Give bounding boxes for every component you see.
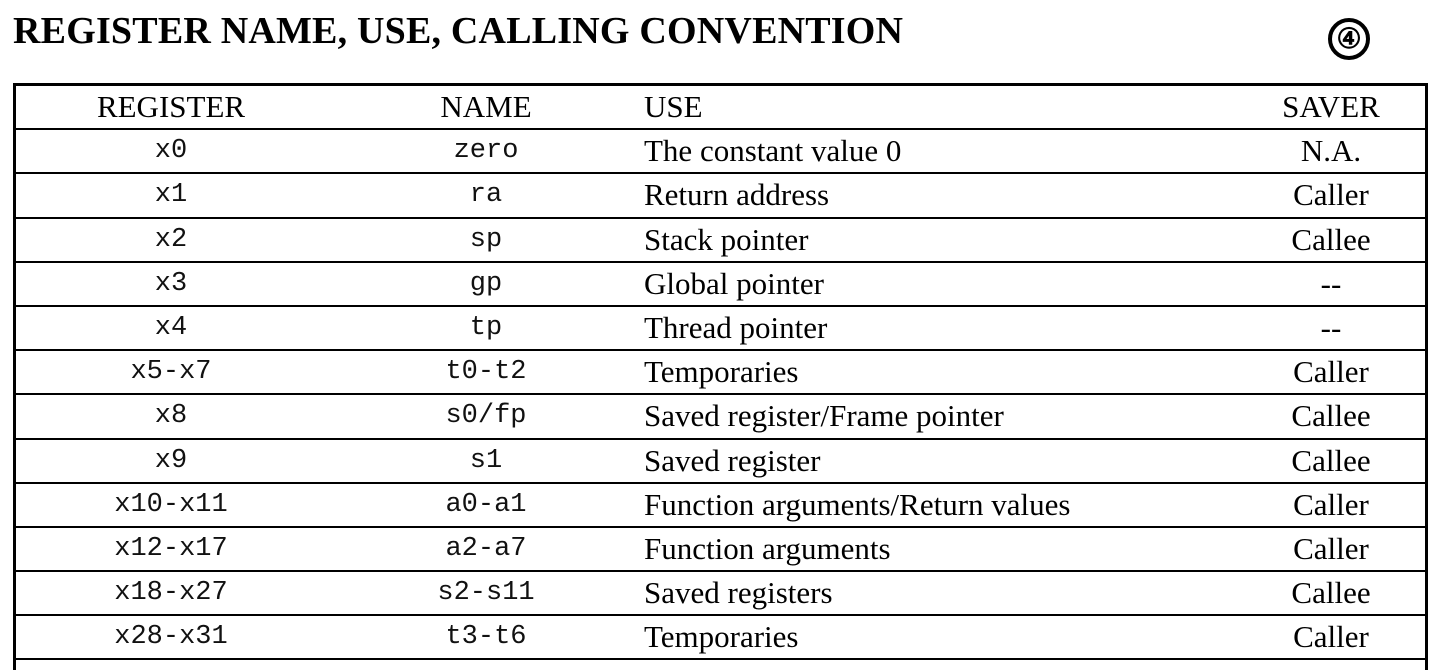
register-table: REGISTER NAME USE SAVER x0 zero The cons… bbox=[13, 83, 1428, 670]
register-cell: x9 bbox=[154, 445, 188, 476]
name-cell: s2-s11 bbox=[437, 578, 535, 609]
register-cell: x5-x7 bbox=[130, 357, 212, 388]
name-cell: ra bbox=[469, 180, 503, 211]
table-row: x12-x17 a2-a7 Function arguments Caller bbox=[16, 528, 1425, 573]
table-row: x10-x11 a0-a1 Function arguments/Return … bbox=[16, 484, 1425, 528]
saver-cell: -- bbox=[1320, 265, 1342, 301]
register-cell: x1 bbox=[154, 180, 188, 211]
register-cell: x0 bbox=[154, 136, 188, 167]
table-row: x18-x27 s2-s11 Saved registers Callee bbox=[16, 572, 1425, 617]
use-cell: Stack pointer bbox=[644, 221, 809, 257]
saver-cell: N.A. bbox=[1300, 133, 1362, 169]
page-number-badge: ④ bbox=[1328, 18, 1370, 60]
table-row: x1 ra Return address Caller bbox=[16, 174, 1425, 219]
use-cell: Temporaries bbox=[644, 354, 799, 390]
use-cell: Temporaries bbox=[644, 619, 799, 655]
register-cell: x28-x31 bbox=[114, 622, 228, 653]
register-cell: x12-x17 bbox=[114, 533, 228, 564]
name-cell: tp bbox=[469, 313, 503, 344]
name-cell: a2-a7 bbox=[445, 533, 527, 564]
table-row: x28-x31 t3-t6 Temporaries Caller bbox=[16, 616, 1425, 661]
name-cell: t0-t2 bbox=[445, 357, 527, 388]
table-row: x3 gp Global pointer -- bbox=[16, 263, 1425, 307]
saver-cell: Callee bbox=[1291, 575, 1371, 611]
name-cell: gp bbox=[469, 268, 503, 299]
name-cell: sp bbox=[469, 224, 503, 255]
table-header-row: REGISTER NAME USE SAVER bbox=[16, 86, 1425, 131]
header-use: USE bbox=[644, 89, 703, 125]
saver-cell: Callee bbox=[1291, 398, 1371, 434]
name-cell: t3-t6 bbox=[445, 622, 527, 653]
saver-cell: Caller bbox=[1293, 354, 1369, 390]
register-cell: x4 bbox=[154, 313, 188, 344]
saver-cell: Caller bbox=[1293, 486, 1369, 522]
saver-cell: -- bbox=[1320, 310, 1342, 346]
register-cell: x18-x27 bbox=[114, 578, 228, 609]
page-title: REGISTER NAME, USE, CALLING CONVENTION bbox=[13, 10, 904, 52]
table-row: x2 sp Stack pointer Callee bbox=[16, 219, 1425, 263]
name-cell: a0-a1 bbox=[445, 489, 527, 520]
name-cell: s0/fp bbox=[445, 401, 527, 432]
use-cell: Global pointer bbox=[644, 265, 824, 301]
table-row: x8 s0/fp Saved register/Frame pointer Ca… bbox=[16, 395, 1425, 440]
use-cell: Saved register/Frame pointer bbox=[644, 398, 1004, 434]
register-cell: x10-x11 bbox=[114, 489, 228, 520]
saver-cell: Callee bbox=[1291, 442, 1371, 478]
use-cell: Function arguments/Return values bbox=[644, 486, 1071, 522]
use-cell: Function arguments bbox=[644, 530, 891, 566]
use-cell: The constant value 0 bbox=[644, 133, 902, 169]
register-cell: x2 bbox=[154, 224, 188, 255]
table-row: x4 tp Thread pointer -- bbox=[16, 307, 1425, 352]
saver-cell: Caller bbox=[1293, 530, 1369, 566]
name-cell: s1 bbox=[469, 445, 503, 476]
header-name: NAME bbox=[440, 89, 532, 125]
use-cell: Thread pointer bbox=[644, 310, 828, 346]
saver-cell: Callee bbox=[1291, 221, 1371, 257]
header-saver: SAVER bbox=[1282, 89, 1380, 125]
use-cell: Return address bbox=[644, 177, 830, 213]
name-cell: zero bbox=[453, 136, 519, 167]
table-row: x5-x7 t0-t2 Temporaries Caller bbox=[16, 351, 1425, 396]
saver-cell: Caller bbox=[1293, 619, 1369, 655]
register-cell: x3 bbox=[154, 268, 188, 299]
table-row: x9 s1 Saved register Callee bbox=[16, 440, 1425, 484]
header-register: REGISTER bbox=[96, 89, 246, 125]
use-cell: Saved registers bbox=[644, 575, 833, 611]
saver-cell: Caller bbox=[1293, 177, 1369, 213]
table-row: x0 zero The constant value 0 N.A. bbox=[16, 130, 1425, 175]
use-cell: Saved register bbox=[644, 442, 821, 478]
register-cell: x8 bbox=[154, 401, 188, 432]
